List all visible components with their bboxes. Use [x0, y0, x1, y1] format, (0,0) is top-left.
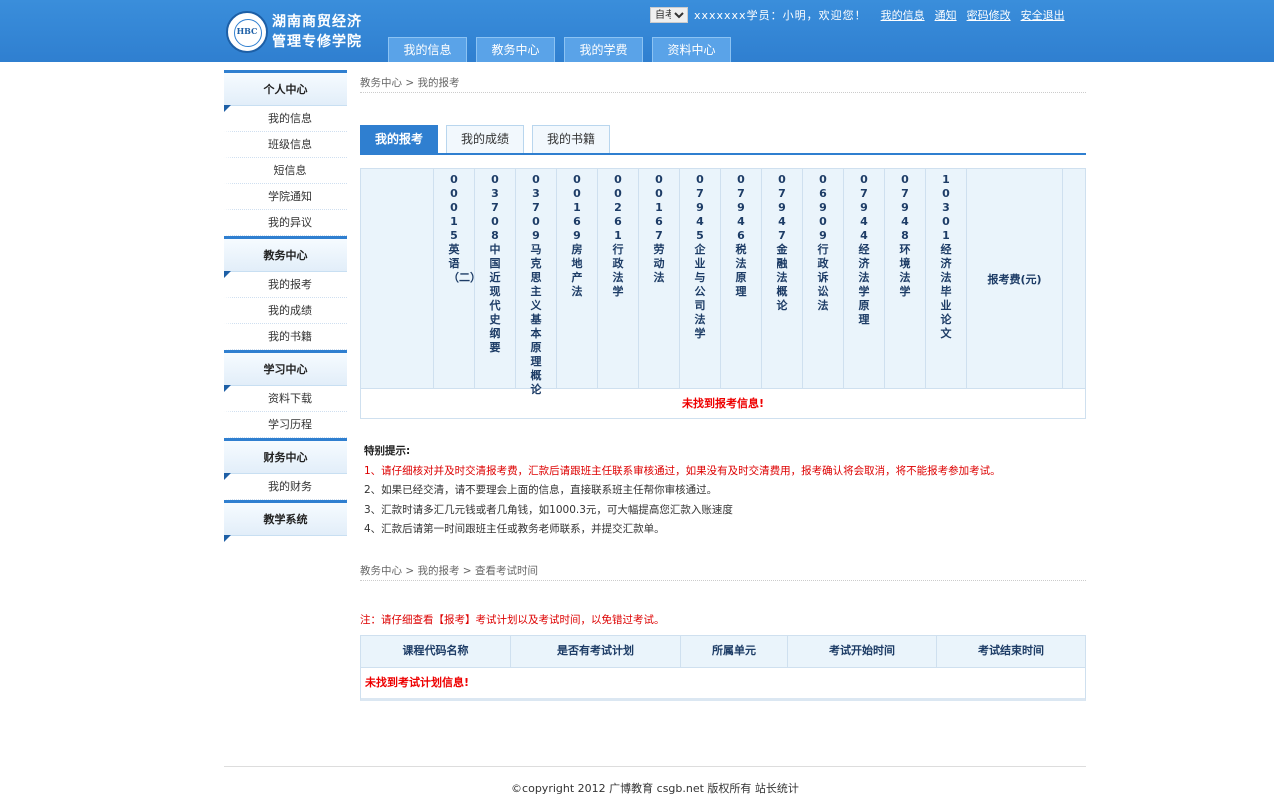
course-column-header: 07945企业与公司法学 [680, 169, 721, 388]
school-seal-icon: HBC [226, 11, 268, 53]
course-column-header: 10301经济法毕业论文 [926, 169, 967, 388]
my-info-link[interactable]: 我的信息 [881, 7, 925, 23]
nav-my-info[interactable]: 我的信息 [388, 37, 467, 62]
school-name: 湖南商贸经济 管理专修学院 [272, 14, 362, 50]
top-user-bar: 自考 xxxxxxx学员：小明，欢迎您！ 我的信息 通知 密码修改 安全退出 [650, 6, 1075, 24]
header: HBC 湖南商贸经济 管理专修学院 自考 xxxxxxx学员：小明，欢迎您！ 我… [0, 0, 1274, 62]
course-column-header: 00261行政法学 [598, 169, 639, 388]
sidebar-section-academic[interactable]: 教务中心 [224, 236, 347, 278]
sidebar: 个人中心 我的信息 班级信息 短信息 学院通知 我的异议 教务中心 我的报考 我… [224, 70, 347, 542]
sidebar-item-study-history[interactable]: 学习历程 [224, 412, 347, 438]
breadcrumb-exam-time: 教务中心 > 我的报考 > 查看考试时间 [360, 561, 1086, 581]
sidebar-item-my-registration[interactable]: 我的报考 [224, 272, 347, 298]
fee-header: 报考费(元) [967, 169, 1063, 388]
logout-link[interactable]: 安全退出 [1021, 7, 1065, 23]
exam-type-select[interactable]: 自考 [650, 7, 688, 23]
col-has-exam-plan: 是否有考试计划 [511, 636, 681, 667]
course-name: 07945企业与公司法学 [694, 173, 706, 340]
registration-table-header: 00015英语（二） 03708中国近现代史纲要 03709马克思主义基本原理概论 0… [361, 169, 1085, 396]
special-notes: 特别提示: 1、请仔细核对并及时交清报考费，汇款后请跟班主任联系审核通过，如果没… [364, 442, 1086, 540]
course-column-header: 03708中国近现代史纲要 [475, 169, 516, 388]
col-course-code-name: 课程代码名称 [361, 636, 511, 667]
course-name: 00167劳动法 [653, 173, 665, 284]
tab-my-registration[interactable]: 我的报考 [360, 125, 438, 153]
course-name: 07947金融法概论 [776, 173, 788, 312]
sidebar-item-my-finance[interactable]: 我的财务 [224, 474, 347, 500]
sidebar-item-class-info[interactable]: 班级信息 [224, 132, 347, 158]
school-logo[interactable]: HBC 湖南商贸经济 管理专修学院 [226, 10, 366, 54]
sidebar-item-school-notice[interactable]: 学院通知 [224, 184, 347, 210]
no-registration-message: 未找到报考信息! [361, 388, 1085, 418]
no-exam-plan-message: 未找到考试计划信息! [361, 667, 1085, 698]
change-password-link[interactable]: 密码修改 [967, 7, 1011, 23]
nav-academic-center[interactable]: 教务中心 [476, 37, 555, 62]
course-column-header: 03709马克思主义基本原理概论 [516, 169, 557, 396]
tab-my-books[interactable]: 我的书籍 [532, 125, 610, 153]
course-column-header: 06909行政诉讼法 [803, 169, 844, 388]
course-name: 03709马克思主义基本原理概论 [530, 173, 542, 396]
exam-plan-table-header: 课程代码名称 是否有考试计划 所属单元 考试开始时间 考试结束时间 [361, 636, 1085, 667]
exam-plan-note: 注：请仔细查看【报考】考试计划以及考试时间，以免错过考试。 [360, 614, 665, 626]
sidebar-item-downloads[interactable]: 资料下载 [224, 386, 347, 412]
sidebar-section-finance[interactable]: 财务中心 [224, 438, 347, 480]
tab-bar: 我的报考 我的成绩 我的书籍 [360, 125, 1086, 155]
sidebar-item-my-books[interactable]: 我的书籍 [224, 324, 347, 350]
table-header-spacer [1063, 169, 1085, 388]
breadcrumb: 教务中心 > 我的报考 [360, 73, 1086, 93]
course-name: 10301经济法毕业论文 [940, 173, 952, 340]
note-item: 1、请仔细核对并及时交清报考费，汇款后请跟班主任联系审核通过，如果没有及时交清费… [364, 464, 1001, 477]
course-name: 00261行政法学 [612, 173, 624, 298]
sidebar-item-my-info[interactable]: 我的信息 [224, 106, 347, 132]
table-header-blank [361, 169, 434, 388]
nav-my-tuition[interactable]: 我的学费 [564, 37, 643, 62]
course-column-header: 07944经济法学原理 [844, 169, 885, 388]
notice-link[interactable]: 通知 [935, 7, 957, 23]
col-exam-end: 考试结束时间 [978, 644, 1044, 657]
sidebar-section-personal[interactable]: 个人中心 [224, 70, 347, 112]
tab-my-scores[interactable]: 我的成绩 [446, 125, 524, 153]
course-name: 00169房地产法 [571, 173, 583, 298]
sidebar-section-teaching-system[interactable]: 教学系统 [224, 500, 347, 542]
course-name: 07946税法原理 [735, 173, 747, 298]
col-exam-start: 考试开始时间 [788, 636, 937, 667]
nav-resource-center[interactable]: 资料中心 [652, 37, 731, 62]
course-name: 06909行政诉讼法 [817, 173, 829, 312]
course-column-header: 00015英语（二） [434, 169, 481, 388]
footer: ©copyright 2012 广博教育 csgb.net 版权所有 站长统计 [224, 766, 1086, 796]
note-item: 3、汇款时请多汇几元钱或者几角钱，如1000.3元，可大幅提高您汇款入账速度 [364, 503, 733, 516]
course-name: 07944经济法学原理 [858, 173, 870, 326]
course-column-header: 00169房地产法 [557, 169, 598, 388]
sidebar-section-study[interactable]: 学习中心 [224, 350, 347, 392]
col-unit: 所属单元 [681, 636, 788, 667]
course-column-header: 07948环境法学 [885, 169, 926, 388]
welcome-text: xxxxxxx学员：小明，欢迎您！ [694, 9, 867, 22]
course-column-header: 07947金融法概论 [762, 169, 803, 388]
course-name: 03708中国近现代史纲要 [489, 173, 501, 354]
main-nav: 我的信息 教务中心 我的学费 资料中心 [388, 37, 740, 62]
sidebar-item-my-objection[interactable]: 我的异议 [224, 210, 347, 236]
registration-table: 00015英语（二） 03708中国近现代史纲要 03709马克思主义基本原理概论 0… [360, 168, 1086, 419]
course-name: 00015英语（二） [448, 173, 481, 284]
course-name: 07948环境法学 [899, 173, 911, 298]
exam-plan-table: 课程代码名称 是否有考试计划 所属单元 考试开始时间 考试结束时间 未找到考试计… [360, 635, 1086, 701]
course-column-header: 00167劳动法 [639, 169, 680, 388]
notes-title: 特别提示: [364, 445, 411, 457]
course-column-header: 07946税法原理 [721, 169, 762, 388]
sidebar-item-my-scores[interactable]: 我的成绩 [224, 298, 347, 324]
note-item: 4、汇款后请第一时间跟班主任或教务老师联系，并提交汇款单。 [364, 523, 665, 535]
note-item: 2、如果已经交清，请不要理会上面的信息，直接联系班主任帮你审核通过。 [364, 484, 718, 496]
sidebar-item-messages[interactable]: 短信息 [224, 158, 347, 184]
